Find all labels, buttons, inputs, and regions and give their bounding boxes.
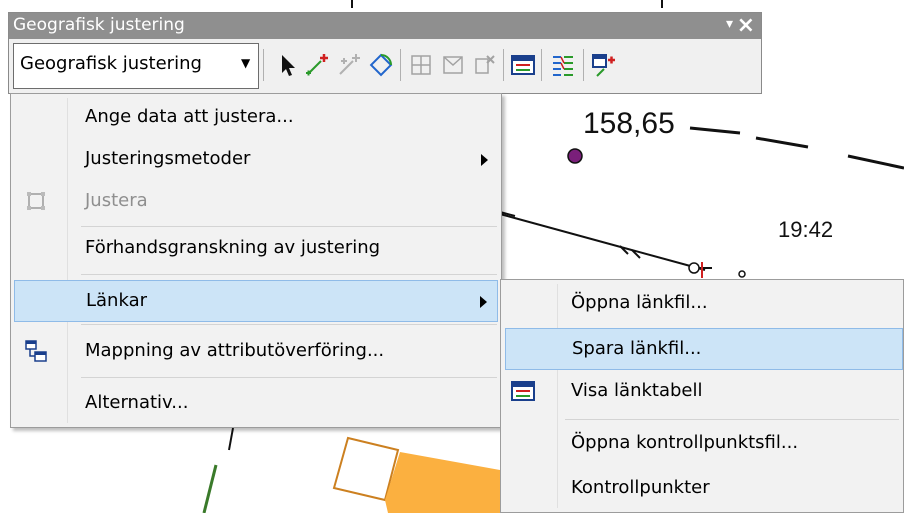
warp-icon[interactable] — [439, 51, 467, 79]
georeferencing-toolbar: Geografisk justering ▾ × Geografisk just… — [8, 12, 762, 94]
map-vertex[interactable] — [738, 270, 746, 278]
select-arrow-icon[interactable] — [274, 51, 302, 79]
submenu-arrow-icon — [480, 296, 487, 308]
close-icon[interactable]: × — [737, 13, 755, 38]
toolbar-separator — [263, 49, 264, 81]
menu-item-label: Justeringsmetoder — [85, 148, 251, 169]
menu-item-label: Kontrollpunkter — [571, 477, 710, 498]
menu-separator — [81, 324, 497, 325]
grid-icon[interactable] — [407, 51, 435, 79]
menu-separator — [81, 377, 497, 378]
attribute-mapping-icon — [25, 340, 47, 362]
links-submenu: Öppna länkfil... Spara länkfil... Visa l… — [500, 279, 904, 513]
menu-item-adjust: Justera — [14, 181, 498, 223]
menu-separator — [81, 226, 497, 227]
toolbar-separator — [400, 49, 401, 81]
menu-item-label: Visa länktabell — [571, 380, 703, 401]
chevron-down-icon[interactable]: ▾ — [726, 16, 733, 32]
adjust-icon — [27, 192, 45, 210]
menu-item-links[interactable]: Länkar — [14, 280, 498, 322]
attribute-mapping-icon[interactable] — [549, 51, 577, 79]
toolbar-separator — [503, 49, 504, 81]
add-control-point-icon[interactable] — [589, 51, 617, 79]
menu-item-open-control-point-file[interactable]: Öppna kontrollpunktsfil... — [505, 423, 903, 465]
toolbar-separator — [541, 49, 542, 81]
link-table-icon[interactable] — [509, 51, 537, 79]
menu-item-options[interactable]: Alternativ... — [14, 383, 498, 425]
add-link-icon[interactable] — [303, 51, 331, 79]
menu-separator — [565, 419, 899, 420]
chevron-down-icon: ▼ — [241, 56, 251, 70]
menu-item-specify-data[interactable]: Ange data att justera... — [14, 97, 498, 139]
map-label: 19:42 — [778, 217, 834, 242]
menu-item-label: Ange data att justera... — [85, 106, 294, 127]
link-table-icon — [511, 381, 535, 401]
toolbar-title: Geografisk justering — [13, 15, 185, 35]
menu-item-label: Förhandsgranskning av justering — [85, 237, 381, 258]
delete-link-icon[interactable] — [471, 51, 499, 79]
menu-item-label: Justera — [85, 190, 148, 211]
menu-item-view-link-table[interactable]: Visa länktabell — [505, 371, 903, 413]
map-dashed-line — [689, 126, 904, 170]
menu-item-label: Öppna länkfil... — [571, 292, 708, 313]
map-label: 158,65 — [583, 107, 675, 140]
georeferencing-menu: Ange data att justera... Justeringsmetod… — [10, 93, 502, 428]
toolbar-separator — [583, 49, 584, 81]
menu-item-label: Öppna kontrollpunktsfil... — [571, 432, 799, 453]
menu-item-open-link-file[interactable]: Öppna länkfil... — [505, 283, 903, 325]
map-point[interactable] — [567, 148, 583, 164]
menu-separator — [81, 274, 497, 275]
dropdown-label: Geografisk justering — [20, 53, 202, 74]
map-green-line — [202, 464, 218, 513]
menu-item-adjustment-methods[interactable]: Justeringsmetoder — [14, 139, 498, 181]
menu-item-label: Länkar — [86, 290, 148, 311]
auto-link-icon[interactable] — [335, 51, 363, 79]
map-polygon[interactable] — [385, 452, 500, 513]
menu-item-label: Alternativ... — [85, 392, 189, 413]
map-vertex[interactable] — [688, 262, 700, 274]
menu-item-attribute-mapping[interactable]: Mappning av attributöverföring... — [14, 331, 498, 373]
menu-item-save-link-file[interactable]: Spara länkfil... — [505, 328, 903, 370]
menu-item-control-points[interactable]: Kontrollpunkter — [505, 468, 903, 510]
georeferencing-dropdown[interactable]: Geografisk justering ▼ — [13, 43, 259, 89]
toolbar-title-bar[interactable]: Geografisk justering ▾ × — [9, 13, 761, 39]
menu-item-label: Spara länkfil... — [572, 338, 702, 359]
menu-item-label: Mappning av attributöverföring... — [85, 340, 385, 361]
submenu-arrow-icon — [481, 154, 488, 166]
menu-item-preview-adjustment[interactable]: Förhandsgranskning av justering — [14, 228, 498, 270]
rotate-icon[interactable] — [367, 51, 395, 79]
